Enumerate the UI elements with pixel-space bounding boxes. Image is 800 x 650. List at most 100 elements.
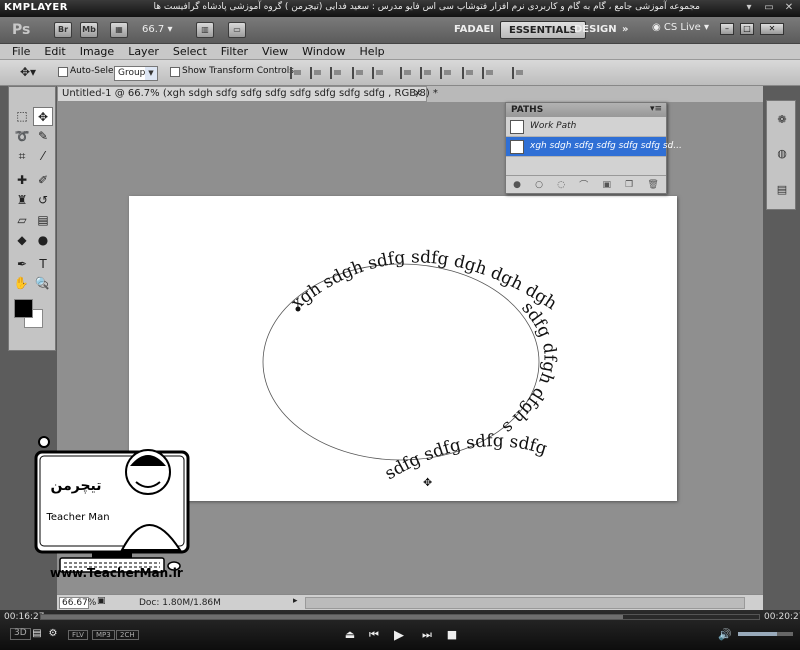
player-minimize-button[interactable]: ▾: [742, 2, 756, 14]
distribute-vcenter-icon[interactable]: [420, 67, 432, 79]
move-tool-preset-icon[interactable]: ✥▾: [20, 65, 36, 79]
quick-select-tool-icon[interactable]: ✎: [33, 127, 53, 146]
volume-icon[interactable]: 🔊: [718, 628, 732, 641]
auto-select-checkbox[interactable]: [58, 67, 68, 77]
menu-select[interactable]: Select: [173, 44, 207, 59]
blur-tool-icon[interactable]: ◆: [12, 231, 32, 250]
play-icon[interactable]: ▶: [392, 628, 406, 643]
zoom-level-dropdown[interactable]: 66.7 ▾: [142, 22, 182, 38]
menu-filter[interactable]: Filter: [221, 44, 248, 59]
clone-stamp-icon[interactable]: ♜: [12, 191, 32, 210]
playlist-icon[interactable]: ▤: [30, 628, 44, 639]
extras-icon[interactable]: ▦: [110, 22, 128, 38]
move-tool-icon[interactable]: ✥: [33, 107, 53, 126]
mini-bridge-panel-icon[interactable]: ▤: [772, 181, 792, 199]
maximize-button[interactable]: □: [740, 23, 754, 35]
menu-help[interactable]: Help: [360, 44, 385, 59]
new-path-icon[interactable]: ❐: [625, 180, 633, 190]
cs-live-menu[interactable]: ◉ CS Live ▾: [652, 22, 709, 33]
path-row-work-path[interactable]: Work Path: [506, 117, 666, 137]
auto-align-icon[interactable]: [512, 67, 524, 79]
path-text-upper[interactable]: xgh sdgh sdfg sdfg dgh dgh dgh: [288, 247, 561, 314]
menu-edit[interactable]: Edit: [44, 44, 65, 59]
distribute-bottom-icon[interactable]: [440, 67, 452, 79]
path-text-right[interactable]: sdfg dfgh dfgh sdfg: [129, 196, 559, 438]
eraser-tool-icon[interactable]: ▱: [12, 211, 32, 230]
eject-icon[interactable]: ⏏: [343, 628, 357, 641]
zoom-tool-icon[interactable]: 🔍: [32, 274, 52, 293]
menu-layer[interactable]: Layer: [128, 44, 159, 59]
type-tool-icon[interactable]: T: [33, 255, 53, 274]
mini-bridge-icon[interactable]: Mb: [80, 22, 98, 38]
bridge-icon[interactable]: Br: [54, 22, 72, 38]
zoom-status-field[interactable]: 66.67%: [59, 597, 96, 609]
distribute-right-icon[interactable]: [482, 67, 494, 79]
arrange-documents-icon[interactable]: ▥: [196, 22, 214, 38]
path-row-text-path[interactable]: xgh sdgh sdfg sdfg sdfg sdfg sd...: [506, 137, 682, 157]
pen-tool-icon[interactable]: ✒: [12, 255, 32, 274]
panel-menu-icon[interactable]: ▾≡: [650, 104, 662, 114]
add-mask-icon[interactable]: ▣: [602, 180, 611, 190]
brush-tool-icon[interactable]: ✐: [33, 171, 53, 190]
next-icon[interactable]: ⏭: [420, 628, 434, 642]
screen-mode-icon[interactable]: ▭: [228, 22, 246, 38]
align-top-icon[interactable]: [290, 67, 302, 79]
total-time: 00:20:27: [764, 612, 800, 622]
horizontal-scrollbar[interactable]: [305, 597, 745, 609]
path-text-lower[interactable]: sdfg sdfg sdfg sdfg: [381, 431, 549, 484]
crop-tool-icon[interactable]: ⌗: [12, 147, 32, 166]
stop-icon[interactable]: ■: [445, 628, 459, 641]
player-close-button[interactable]: ✕: [782, 2, 796, 14]
chevron-down-icon: ▼: [145, 67, 157, 80]
status-menu-arrow-icon[interactable]: ▸: [293, 596, 298, 606]
show-transform-checkbox[interactable]: [170, 67, 180, 77]
close-button[interactable]: ✕: [760, 23, 784, 35]
healing-brush-icon[interactable]: ✚: [12, 171, 32, 190]
more-workspaces-icon[interactable]: »: [614, 21, 636, 39]
history-brush-icon[interactable]: ↺: [33, 191, 53, 210]
right-panel-dock: ❁ ◍ ▤: [763, 86, 800, 610]
stroke-path-icon[interactable]: ○: [535, 180, 543, 190]
marquee-tool-icon[interactable]: ⬚: [12, 107, 32, 126]
status-info-icon[interactable]: ▣: [97, 596, 106, 606]
menu-file[interactable]: File: [12, 44, 30, 59]
align-left-icon[interactable]: [352, 67, 364, 79]
distribute-top-icon[interactable]: [400, 67, 412, 79]
load-as-selection-icon[interactable]: ◌: [557, 180, 565, 190]
lasso-tool-icon[interactable]: ➰: [12, 127, 32, 146]
minimize-button[interactable]: –: [720, 23, 734, 35]
make-work-path-icon[interactable]: ⌒: [579, 178, 588, 191]
previous-icon[interactable]: ⏮: [367, 628, 381, 642]
eyedropper-tool-icon[interactable]: ⁄: [33, 147, 53, 166]
close-document-icon[interactable]: ×: [414, 87, 422, 101]
move-cursor-icon: ✥: [423, 476, 432, 489]
canvas[interactable]: xgh sdgh sdfg sdfg dgh dgh dgh sdfg dfgh…: [129, 196, 677, 501]
align-vcenter-icon[interactable]: [310, 67, 322, 79]
align-bottom-icon[interactable]: [330, 67, 342, 79]
settings-gear-icon[interactable]: ⚙: [46, 628, 60, 639]
menu-image[interactable]: Image: [80, 44, 114, 59]
3d-mode-button[interactable]: 3D: [10, 628, 31, 640]
gradient-tool-icon[interactable]: ▤: [33, 211, 53, 230]
volume-slider[interactable]: [738, 632, 793, 636]
path-name: xgh sdgh sdfg sdfg sdfg sdfg sd...: [530, 141, 682, 151]
workspace-fadaei[interactable]: FADAEI: [446, 21, 502, 39]
align-hcenter-icon[interactable]: [372, 67, 384, 79]
delete-path-icon[interactable]: 🗑: [647, 180, 658, 190]
foreground-color-swatch[interactable]: [14, 299, 33, 318]
menu-view[interactable]: View: [262, 44, 288, 59]
fill-path-icon[interactable]: ●: [513, 180, 521, 190]
auto-select-dropdown[interactable]: Group ▼: [114, 66, 158, 81]
dodge-tool-icon[interactable]: ●: [33, 231, 53, 250]
adjustments-panel-icon[interactable]: ◍: [772, 145, 792, 163]
brand-persian: تیچرمن: [50, 478, 101, 494]
document-title: Untitled-1 @ 66.7% (xgh sdgh sdfg sdfg s…: [62, 88, 438, 99]
color-panel-icon[interactable]: ❁: [772, 111, 792, 129]
hand-tool-icon[interactable]: ✋: [11, 274, 31, 293]
player-maximize-button[interactable]: ▭: [762, 2, 776, 14]
codec-tag-video: FLV: [68, 630, 88, 640]
document-tab[interactable]: Untitled-1 @ 66.7% (xgh sdgh sdfg sdfg s…: [57, 86, 438, 102]
seek-bar[interactable]: [40, 614, 760, 620]
distribute-left-icon[interactable]: [462, 67, 474, 79]
menu-window[interactable]: Window: [302, 44, 345, 59]
